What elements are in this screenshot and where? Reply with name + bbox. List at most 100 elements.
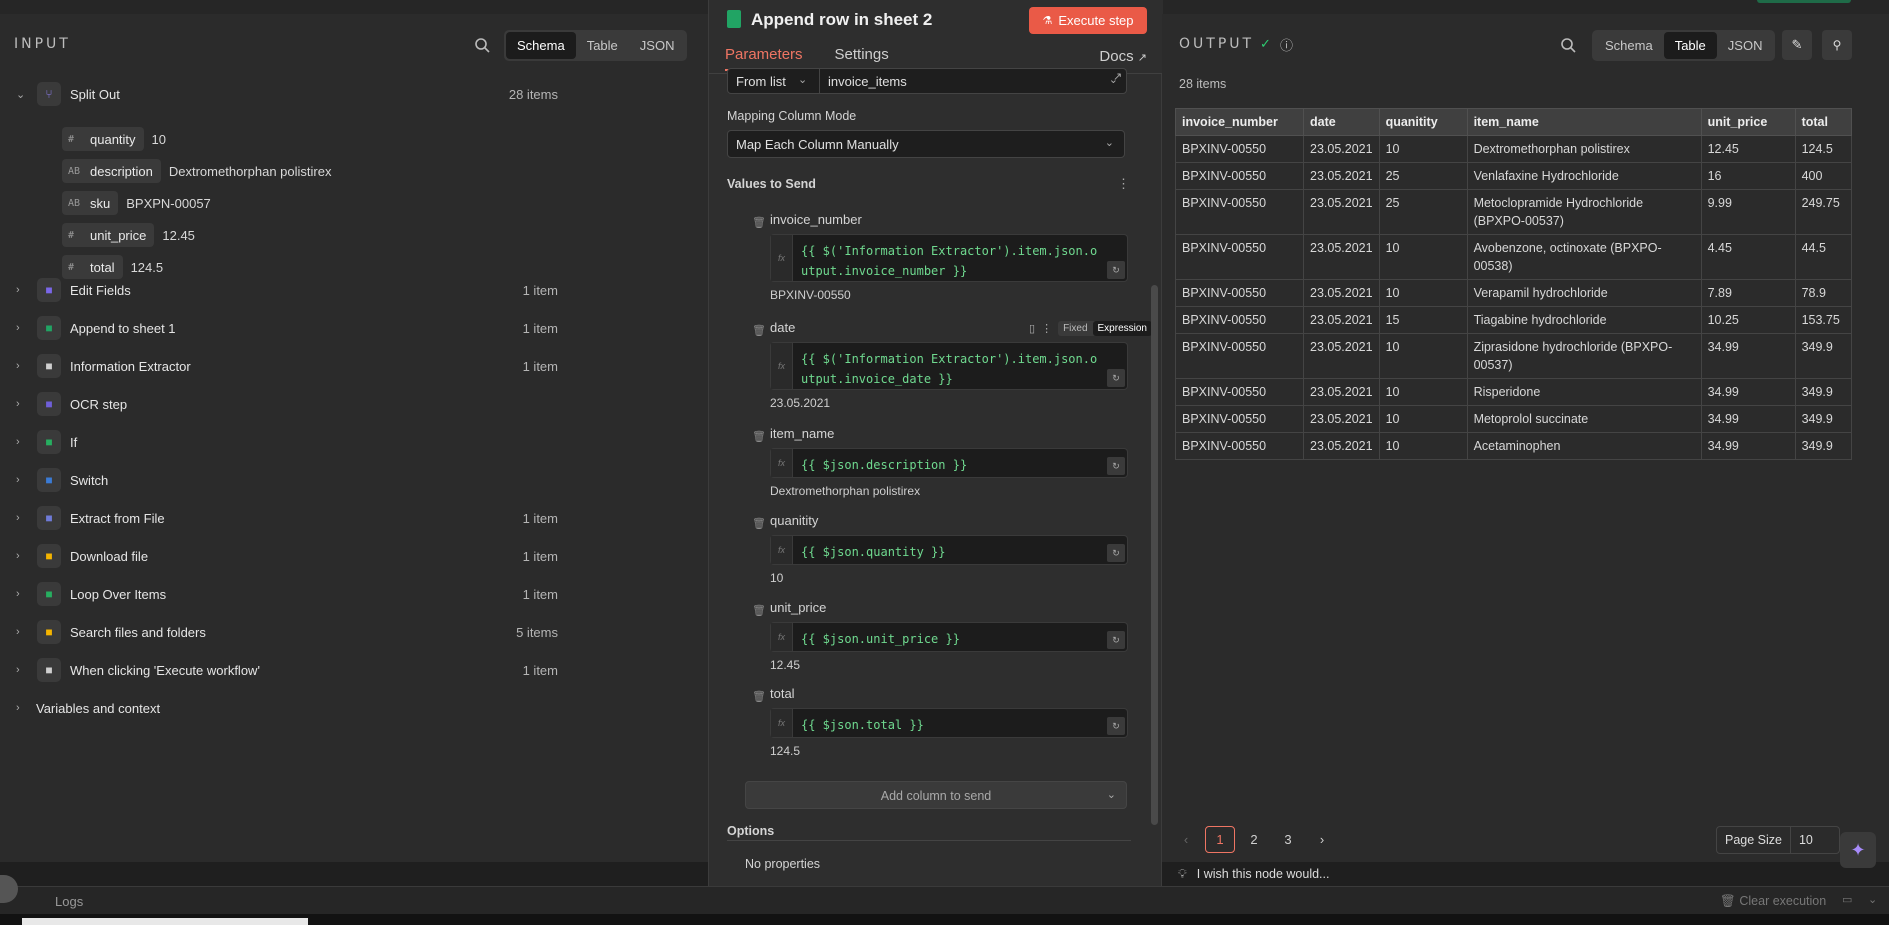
prev-page-icon[interactable]: ‹ [1171, 826, 1201, 853]
panel-icon[interactable]: ▭ [1842, 893, 1852, 906]
docs-link[interactable]: Docs ↗ [1099, 48, 1147, 65]
column-header[interactable]: quanitity [1378, 108, 1468, 136]
table-cell[interactable]: 23.05.2021 [1303, 306, 1380, 334]
table-cell[interactable]: 23.05.2021 [1303, 432, 1380, 460]
table-cell[interactable]: Avobenzone, octinoxate (BPXPO-00538) [1466, 234, 1702, 280]
table-cell[interactable]: Dextromethorphan polistirex [1466, 135, 1702, 163]
column-header[interactable]: date [1303, 108, 1380, 136]
tree-node[interactable]: › ■ Append to sheet 1 1 item [0, 310, 700, 346]
table-cell[interactable]: 349.9 [1794, 378, 1852, 406]
table-cell[interactable]: 34.99 [1700, 378, 1796, 406]
tree-node[interactable]: › ■ Search files and folders 5 items [0, 614, 700, 650]
expression-editor[interactable]: fx {{ $json.description }} ↻ [770, 448, 1128, 478]
table-cell[interactable]: 78.9 [1794, 279, 1852, 307]
table-cell[interactable]: 23.05.2021 [1303, 234, 1380, 280]
panel-icon[interactable]: ▯ [1029, 322, 1035, 335]
table-cell[interactable]: 10 [1378, 333, 1468, 379]
table-cell[interactable]: Tiagabine hydrochloride [1466, 306, 1702, 334]
delete-column-icon[interactable]: 🗑︎ [752, 430, 766, 443]
open-sheet-icon[interactable]: ↗ [1113, 70, 1122, 83]
feedback-link[interactable]: 💡︎ I wish this node would... [1178, 867, 1329, 882]
table-cell[interactable]: 34.99 [1700, 405, 1796, 433]
chevron-right-icon[interactable]: › [16, 626, 30, 638]
open-editor-icon[interactable]: ↻ [1107, 457, 1125, 475]
delete-column-icon[interactable]: 🗑︎ [752, 690, 766, 703]
open-editor-icon[interactable]: ↻ [1107, 369, 1125, 387]
table-cell[interactable]: 249.75 [1794, 189, 1852, 235]
sheet-value[interactable]: invoice_items [828, 74, 907, 89]
tree-node[interactable]: › ■ OCR step [0, 386, 700, 422]
view-schema[interactable]: Schema [506, 32, 576, 59]
page-size-select[interactable]: Page Size 10 [1716, 826, 1840, 854]
page-1[interactable]: 1 [1205, 826, 1235, 853]
fixed-option[interactable]: Fixed [1058, 321, 1092, 336]
table-cell[interactable]: 400 [1794, 162, 1852, 190]
expression-editor[interactable]: fx {{ $json.total }} ↻ [770, 708, 1128, 738]
node-panel-scrollbar[interactable] [1151, 285, 1158, 825]
schema-field[interactable]: AB sku BPXPN-00057 [62, 190, 211, 216]
page-3[interactable]: 3 [1273, 826, 1303, 853]
table-cell[interactable]: 34.99 [1700, 333, 1796, 379]
view-json[interactable]: JSON [629, 32, 686, 59]
info-icon[interactable]: ⓘ [1280, 35, 1293, 54]
table-cell[interactable]: 12.45 [1700, 135, 1796, 163]
table-cell[interactable]: 10.25 [1700, 306, 1796, 334]
more-options-icon[interactable]: ⋮ [1041, 322, 1052, 335]
chevron-down-icon[interactable]: ⌄ [1868, 893, 1877, 906]
page-2[interactable]: 2 [1239, 826, 1269, 853]
table-cell[interactable]: 23.05.2021 [1303, 378, 1380, 406]
expression-editor[interactable]: fx {{ $('Information Extractor').item.js… [770, 234, 1128, 282]
table-cell[interactable]: 34.99 [1700, 432, 1796, 460]
table-cell[interactable]: 124.5 [1794, 135, 1852, 163]
table-cell[interactable]: 25 [1378, 162, 1468, 190]
table-cell[interactable]: BPXINV-00550 [1175, 162, 1304, 190]
field-pill[interactable]: # unit_price [62, 223, 155, 247]
view-json[interactable]: JSON [1717, 32, 1774, 59]
table-cell[interactable]: Ziprasidone hydrochloride (BPXPO-00537) [1466, 333, 1702, 379]
tree-node[interactable]: › ■ Switch [0, 462, 700, 498]
table-cell[interactable]: 349.9 [1794, 333, 1852, 379]
tree-node[interactable]: › ■ Download file 1 item [0, 538, 700, 574]
tree-node[interactable]: › ■ Information Extractor 1 item [0, 348, 700, 384]
delete-column-icon[interactable]: 🗑︎ [752, 517, 766, 530]
sheet-mode[interactable]: From list [736, 74, 786, 89]
table-cell[interactable]: 23.05.2021 [1303, 279, 1380, 307]
table-cell[interactable]: Venlafaxine Hydrochloride [1466, 162, 1702, 190]
table-cell[interactable]: BPXINV-00550 [1175, 378, 1304, 406]
field-pill[interactable]: # quantity [62, 127, 144, 151]
table-cell[interactable]: 7.89 [1700, 279, 1796, 307]
edit-icon[interactable]: ✎ [1782, 30, 1812, 60]
table-cell[interactable]: 23.05.2021 [1303, 135, 1380, 163]
more-options-icon[interactable]: ⋮ [1117, 176, 1130, 192]
chevron-right-icon[interactable]: › [16, 322, 30, 334]
table-cell[interactable]: 349.9 [1794, 405, 1852, 433]
schema-field[interactable]: # unit_price 12.45 [62, 222, 195, 248]
search-icon[interactable] [474, 37, 490, 53]
tree-node[interactable]: › ■ Extract from File 1 item [0, 500, 700, 536]
add-column-select[interactable]: Add column to send ⌄ [745, 781, 1127, 809]
table-cell[interactable]: BPXINV-00550 [1175, 279, 1304, 307]
open-editor-icon[interactable]: ↻ [1107, 544, 1125, 562]
tree-node[interactable]: › ■ If [0, 424, 700, 460]
table-cell[interactable]: BPXINV-00550 [1175, 189, 1304, 235]
chevron-right-icon[interactable]: › [16, 360, 30, 372]
chevron-down-icon[interactable]: ⌄ [16, 88, 30, 101]
execute-step-button[interactable]: ⚗ Execute step [1029, 7, 1147, 34]
table-cell[interactable]: 23.05.2021 [1303, 333, 1380, 379]
table-cell[interactable]: Metoprolol succinate [1466, 405, 1702, 433]
column-header[interactable]: unit_price [1700, 108, 1796, 136]
chevron-right-icon[interactable]: › [16, 588, 30, 600]
delete-column-icon[interactable]: 🗑︎ [752, 216, 766, 229]
column-header[interactable]: invoice_number [1175, 108, 1304, 136]
pin-icon[interactable]: ⚲ [1822, 30, 1852, 60]
table-cell[interactable]: BPXINV-00550 [1175, 333, 1304, 379]
chevron-right-icon[interactable]: › [16, 398, 30, 410]
tree-node-split-out[interactable]: ⌄ ⑂ Split Out 28 items [0, 76, 700, 112]
sheet-selector[interactable]: From list ⌄ invoice_items ⌄ [727, 68, 1127, 94]
logs-label[interactable]: Logs [55, 894, 83, 909]
table-cell[interactable]: 10 [1378, 279, 1468, 307]
open-editor-icon[interactable]: ↻ [1107, 261, 1125, 279]
table-cell[interactable]: 10 [1378, 234, 1468, 280]
field-pill[interactable]: AB description [62, 159, 161, 183]
table-cell[interactable]: 349.9 [1794, 432, 1852, 460]
